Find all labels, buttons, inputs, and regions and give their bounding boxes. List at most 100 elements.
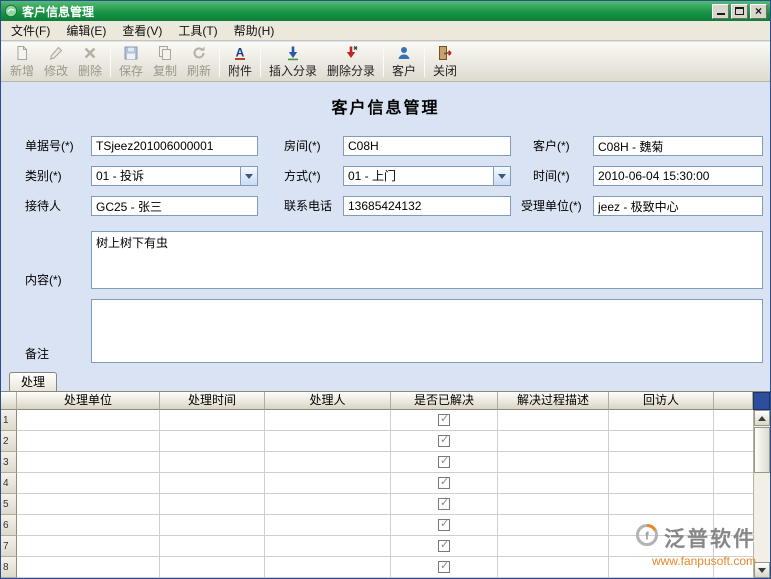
toolbar-new-button[interactable]: 新增 <box>5 44 39 80</box>
toolbar-refresh-button[interactable]: 刷新 <box>182 44 216 80</box>
time-input[interactable] <box>593 166 763 186</box>
toolbar-delete-entry-button[interactable]: 删除分录 <box>322 44 380 80</box>
grid-cell[interactable] <box>609 494 714 515</box>
row-number[interactable]: 8 <box>1 557 17 578</box>
grid-cell[interactable] <box>265 431 391 452</box>
menu-view[interactable]: 查看(V) <box>114 20 170 41</box>
scroll-down-button[interactable] <box>754 562 770 578</box>
grid-cell[interactable] <box>160 431 265 452</box>
grid-cell[interactable] <box>498 515 609 536</box>
table-row[interactable]: 2 <box>1 431 753 452</box>
toolbar-attachment-button[interactable]: A 附件 <box>223 44 257 80</box>
grid-cell[interactable] <box>160 515 265 536</box>
grid-cell[interactable] <box>17 515 160 536</box>
category-dropdown-button[interactable] <box>240 167 257 185</box>
row-number[interactable]: 4 <box>1 473 17 494</box>
toolbar-copy-button[interactable]: 复制 <box>148 44 182 80</box>
grid-cell[interactable] <box>160 473 265 494</box>
method-select[interactable]: 01 - 上门 <box>343 166 511 186</box>
grid-cell[interactable] <box>265 494 391 515</box>
receiver-input[interactable] <box>91 196 258 216</box>
grid-cell[interactable] <box>17 473 160 494</box>
grid-cell[interactable] <box>391 431 498 452</box>
grid-cell[interactable] <box>609 452 714 473</box>
grid-cell[interactable] <box>391 536 498 557</box>
grid-corner-box[interactable] <box>753 392 770 410</box>
grid-cell[interactable] <box>609 557 714 578</box>
grid-cell[interactable] <box>160 557 265 578</box>
grid-cell[interactable] <box>391 473 498 494</box>
grid-cell[interactable] <box>160 494 265 515</box>
column-header-return-visitor[interactable]: 回访人 <box>609 392 714 410</box>
toolbar-delete-button[interactable]: 删除 <box>73 44 107 80</box>
resolved-checkbox[interactable] <box>438 456 450 468</box>
scroll-thumb[interactable] <box>754 427 770 473</box>
grid-cell[interactable] <box>391 515 498 536</box>
tab-process[interactable]: 处理 <box>9 372 57 391</box>
menu-help[interactable]: 帮助(H) <box>226 20 283 41</box>
table-row[interactable]: 6 <box>1 515 753 536</box>
grid-cell[interactable] <box>391 452 498 473</box>
category-select[interactable]: 01 - 投诉 <box>91 166 258 186</box>
menu-edit[interactable]: 编辑(E) <box>58 20 114 41</box>
menu-tools[interactable]: 工具(T) <box>170 20 225 41</box>
toolbar-insert-entry-button[interactable]: 插入分录 <box>264 44 322 80</box>
grid-cell[interactable] <box>265 536 391 557</box>
grid-cell[interactable] <box>498 494 609 515</box>
customer-input[interactable] <box>593 136 763 156</box>
row-number[interactable]: 6 <box>1 515 17 536</box>
minimize-button[interactable] <box>712 4 729 19</box>
table-row[interactable]: 8 <box>1 557 753 578</box>
grid-cell[interactable] <box>17 557 160 578</box>
grid-cell[interactable] <box>265 410 391 431</box>
grid-cell[interactable] <box>160 536 265 557</box>
table-row[interactable]: 7 <box>1 536 753 557</box>
grid-cell[interactable] <box>391 410 498 431</box>
toolbar-save-button[interactable]: 保存 <box>114 44 148 80</box>
grid-cell[interactable] <box>498 410 609 431</box>
vertical-scrollbar[interactable] <box>753 410 770 578</box>
grid-cell[interactable] <box>160 452 265 473</box>
table-row[interactable]: 1 <box>1 410 753 431</box>
grid-cell[interactable] <box>265 452 391 473</box>
grid-cell[interactable] <box>609 410 714 431</box>
grid-cell[interactable] <box>498 452 609 473</box>
grid-cell[interactable] <box>17 410 160 431</box>
menu-file[interactable]: 文件(F) <box>3 20 58 41</box>
grid-cell[interactable] <box>17 431 160 452</box>
grid-cell[interactable] <box>498 431 609 452</box>
close-button[interactable]: × <box>750 4 767 19</box>
resolved-checkbox[interactable] <box>438 519 450 531</box>
grid-cell[interactable] <box>265 473 391 494</box>
row-number[interactable]: 3 <box>1 452 17 473</box>
column-header-resolved[interactable]: 是否已解决 <box>391 392 498 410</box>
toolbar-close-button[interactable]: 关闭 <box>428 44 462 80</box>
grid-cell[interactable] <box>17 536 160 557</box>
accept-unit-input[interactable] <box>593 196 763 216</box>
grid-cell[interactable] <box>17 494 160 515</box>
row-number[interactable]: 5 <box>1 494 17 515</box>
row-number[interactable]: 2 <box>1 431 17 452</box>
row-number[interactable]: 7 <box>1 536 17 557</box>
grid-cell[interactable] <box>609 515 714 536</box>
column-header-time[interactable]: 处理时间 <box>160 392 265 410</box>
resolved-checkbox[interactable] <box>438 540 450 552</box>
grid-cell[interactable] <box>609 431 714 452</box>
resolved-checkbox[interactable] <box>438 561 450 573</box>
grid-cell[interactable] <box>609 536 714 557</box>
resolved-checkbox[interactable] <box>438 477 450 489</box>
table-row[interactable]: 5 <box>1 494 753 515</box>
toolbar-customer-button[interactable]: 客户 <box>387 44 421 80</box>
content-textarea[interactable]: 树上树下有虫 <box>91 231 763 289</box>
grid-cell[interactable] <box>498 473 609 494</box>
grid-cell[interactable] <box>609 473 714 494</box>
resolved-checkbox[interactable] <box>438 414 450 426</box>
scroll-up-button[interactable] <box>754 410 770 426</box>
method-dropdown-button[interactable] <box>493 167 510 185</box>
grid-cell[interactable] <box>498 557 609 578</box>
table-row[interactable]: 3 <box>1 452 753 473</box>
grid-cell[interactable] <box>160 410 265 431</box>
resolved-checkbox[interactable] <box>438 498 450 510</box>
phone-input[interactable] <box>343 196 511 216</box>
column-header-person[interactable]: 处理人 <box>265 392 391 410</box>
